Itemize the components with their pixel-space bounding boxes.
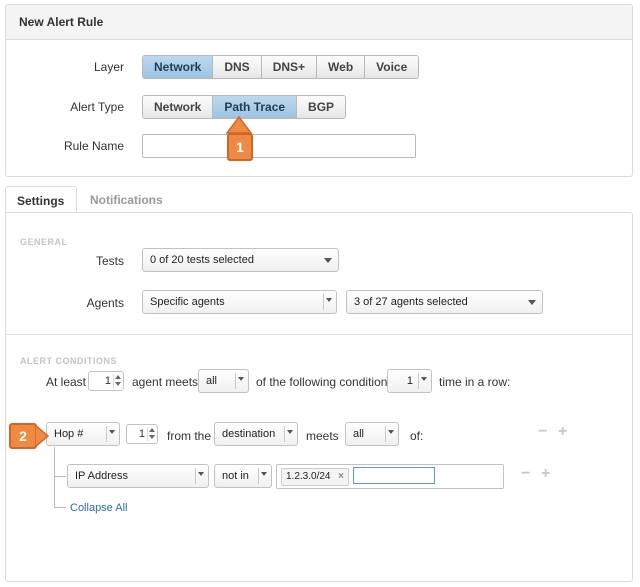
layer-segmented-control: Network DNS DNS+ Web Voice: [142, 55, 420, 79]
new-alert-rule-panel: New Alert Rule Layer Network DNS DNS+ We…: [5, 4, 633, 177]
chevron-down-icon: [109, 430, 115, 434]
remove-condition-button[interactable]: −: [538, 423, 547, 441]
times-count-dropdown[interactable]: 1: [387, 369, 432, 393]
tests-dropdown-value: 0 of 20 tests selected: [150, 254, 254, 266]
dropdown-divider: [385, 426, 386, 442]
following-conditions-label: of the following conditions: [256, 375, 394, 389]
tab-bar: Settings Notifications: [5, 186, 631, 214]
dropdown-divider: [323, 294, 324, 310]
tests-label: Tests: [95, 254, 124, 268]
agents-label: Agents: [86, 296, 124, 310]
condition-meets-label: meets: [306, 429, 339, 443]
layer-dns-plus-button[interactable]: DNS+: [260, 56, 317, 78]
section-divider: [6, 334, 632, 335]
callout-pointer-1: [226, 116, 252, 134]
dropdown-divider: [195, 468, 196, 484]
dropdown-divider: [258, 468, 259, 484]
reference-value: destination: [222, 428, 276, 440]
agents-mode-dropdown[interactable]: Specific agents: [142, 290, 337, 314]
tab-settings-label: Settings: [17, 194, 65, 208]
chevron-down-icon: [238, 377, 244, 381]
from-the-label: from the: [167, 429, 212, 443]
agents-selection-value: 3 of 27 agents selected: [354, 296, 468, 308]
add-condition-button[interactable]: +: [558, 423, 567, 441]
agent-count-stepper[interactable]: 1: [88, 371, 124, 391]
stepper-arrows-icon: [147, 427, 156, 441]
hop-number-value: 1: [138, 428, 145, 440]
agent-meets-label: agent meets: [132, 375, 199, 389]
agent-meets-mode-value: all: [206, 375, 218, 387]
field-dropdown[interactable]: IP Address: [67, 464, 209, 488]
alert-conditions-section-label: ALERT CONDITIONS: [20, 356, 117, 366]
of-label: of:: [410, 429, 424, 443]
rule-name-label: Rule Name: [63, 139, 124, 153]
chevron-down-icon: [528, 300, 536, 305]
dropdown-divider: [106, 426, 107, 442]
field-value: IP Address: [75, 470, 128, 482]
layer-network-button[interactable]: Network: [143, 56, 213, 78]
ip-range-tag: 1.2.3.0/24 ×: [281, 468, 349, 486]
condition-meets-mode-value: all: [353, 428, 365, 440]
layer-dns-button[interactable]: DNS: [212, 56, 261, 78]
at-least-label: At least: [46, 375, 87, 389]
tree-connector-branch-2: [54, 507, 66, 508]
tree-connector-line: [54, 447, 56, 507]
operator-value: not in: [222, 470, 249, 482]
dropdown-divider: [284, 426, 285, 442]
dropdown-divider: [418, 373, 419, 389]
settings-panel: GENERAL Tests 0 of 20 tests selected Age…: [5, 212, 633, 582]
chevron-down-icon: [326, 298, 332, 302]
agents-selection-dropdown[interactable]: 3 of 27 agents selected: [346, 290, 543, 314]
rule-name-input[interactable]: [142, 134, 416, 158]
panel-header: New Alert Rule: [6, 5, 632, 40]
callout-pointer-2: [35, 424, 49, 448]
tab-settings[interactable]: Settings: [5, 186, 77, 214]
tree-connector-branch-1: [54, 476, 66, 477]
alert-type-network-button[interactable]: Network: [143, 96, 213, 118]
layer-voice-button[interactable]: Voice: [364, 56, 419, 78]
times-count-value: 1: [406, 375, 413, 387]
remove-sub-condition-button[interactable]: −: [521, 465, 530, 483]
agents-mode-value: Specific agents: [150, 296, 225, 308]
chevron-down-icon: [324, 258, 332, 263]
chevron-down-icon: [287, 430, 293, 434]
hop-number-stepper[interactable]: 1: [126, 424, 158, 444]
chevron-down-icon: [198, 472, 204, 476]
alert-type-bgp-button[interactable]: BGP: [296, 96, 346, 118]
add-sub-condition-button[interactable]: +: [541, 465, 550, 483]
layer-label: Layer: [93, 60, 124, 74]
condition-meets-mode-dropdown[interactable]: all: [345, 422, 399, 446]
chevron-down-icon: [388, 430, 394, 434]
layer-web-button[interactable]: Web: [316, 56, 365, 78]
callout-badge-2: 2: [9, 423, 37, 449]
tests-dropdown[interactable]: 0 of 20 tests selected: [142, 248, 339, 272]
agent-count-value: 1: [104, 375, 111, 387]
values-text-input[interactable]: [353, 467, 435, 484]
ip-range-tag-text: 1.2.3.0/24: [286, 471, 331, 482]
operator-dropdown[interactable]: not in: [214, 464, 272, 488]
agent-meets-mode-dropdown[interactable]: all: [198, 369, 249, 393]
callout-badge-1: 1: [227, 133, 253, 161]
tab-notifications[interactable]: Notifications: [90, 193, 163, 207]
general-section-label: GENERAL: [20, 237, 68, 247]
time-in-row-label: time in a row:: [439, 375, 511, 389]
close-icon[interactable]: ×: [338, 469, 344, 485]
alert-type-path-trace-button[interactable]: Path Trace: [212, 96, 297, 118]
panel-title: New Alert Rule: [19, 15, 104, 29]
values-tag-field[interactable]: 1.2.3.0/24 ×: [276, 464, 504, 489]
stepper-arrows-icon: [113, 374, 122, 388]
alert-type-label: Alert Type: [70, 100, 124, 114]
reference-dropdown[interactable]: destination: [214, 422, 298, 446]
dropdown-divider: [235, 373, 236, 389]
chevron-down-icon: [261, 472, 267, 476]
chevron-down-icon: [421, 377, 427, 381]
collapse-all-link[interactable]: Collapse All: [70, 502, 127, 514]
metric-value: Hop #: [54, 428, 84, 440]
metric-dropdown[interactable]: Hop #: [46, 422, 120, 446]
